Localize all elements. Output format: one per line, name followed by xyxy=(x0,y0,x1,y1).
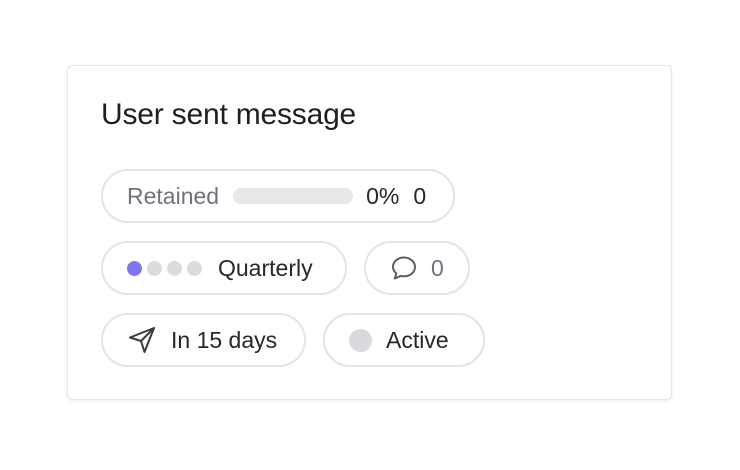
retained-progress-bar xyxy=(233,188,354,204)
card-title: User sent message xyxy=(101,98,357,131)
comments-count: 0 xyxy=(431,254,444,281)
retained-count: 0 xyxy=(413,182,427,209)
schedule-label: In 15 days xyxy=(171,326,278,353)
send-icon xyxy=(127,325,157,355)
frequency-label: Quarterly xyxy=(218,254,313,281)
frequency-dot xyxy=(147,260,162,276)
frequency-dot xyxy=(127,260,142,276)
comments-pill[interactable]: 0 xyxy=(364,241,470,295)
status-label: Active xyxy=(386,326,449,353)
retained-pill[interactable]: Retained 0% 0 xyxy=(101,169,455,223)
speech-bubble-icon xyxy=(390,254,418,282)
frequency-pill[interactable]: Quarterly xyxy=(101,241,347,295)
frequency-dot xyxy=(167,260,182,276)
event-card: User sent message Retained 0% 0 Quarterl… xyxy=(67,65,672,400)
frequency-dot xyxy=(187,260,202,276)
retained-percent: 0% xyxy=(366,182,400,209)
status-pill[interactable]: Active xyxy=(323,313,485,367)
retained-label: Retained xyxy=(127,182,220,209)
frequency-level-dots xyxy=(127,260,202,276)
status-indicator xyxy=(349,328,372,352)
schedule-pill[interactable]: In 15 days xyxy=(101,313,306,367)
